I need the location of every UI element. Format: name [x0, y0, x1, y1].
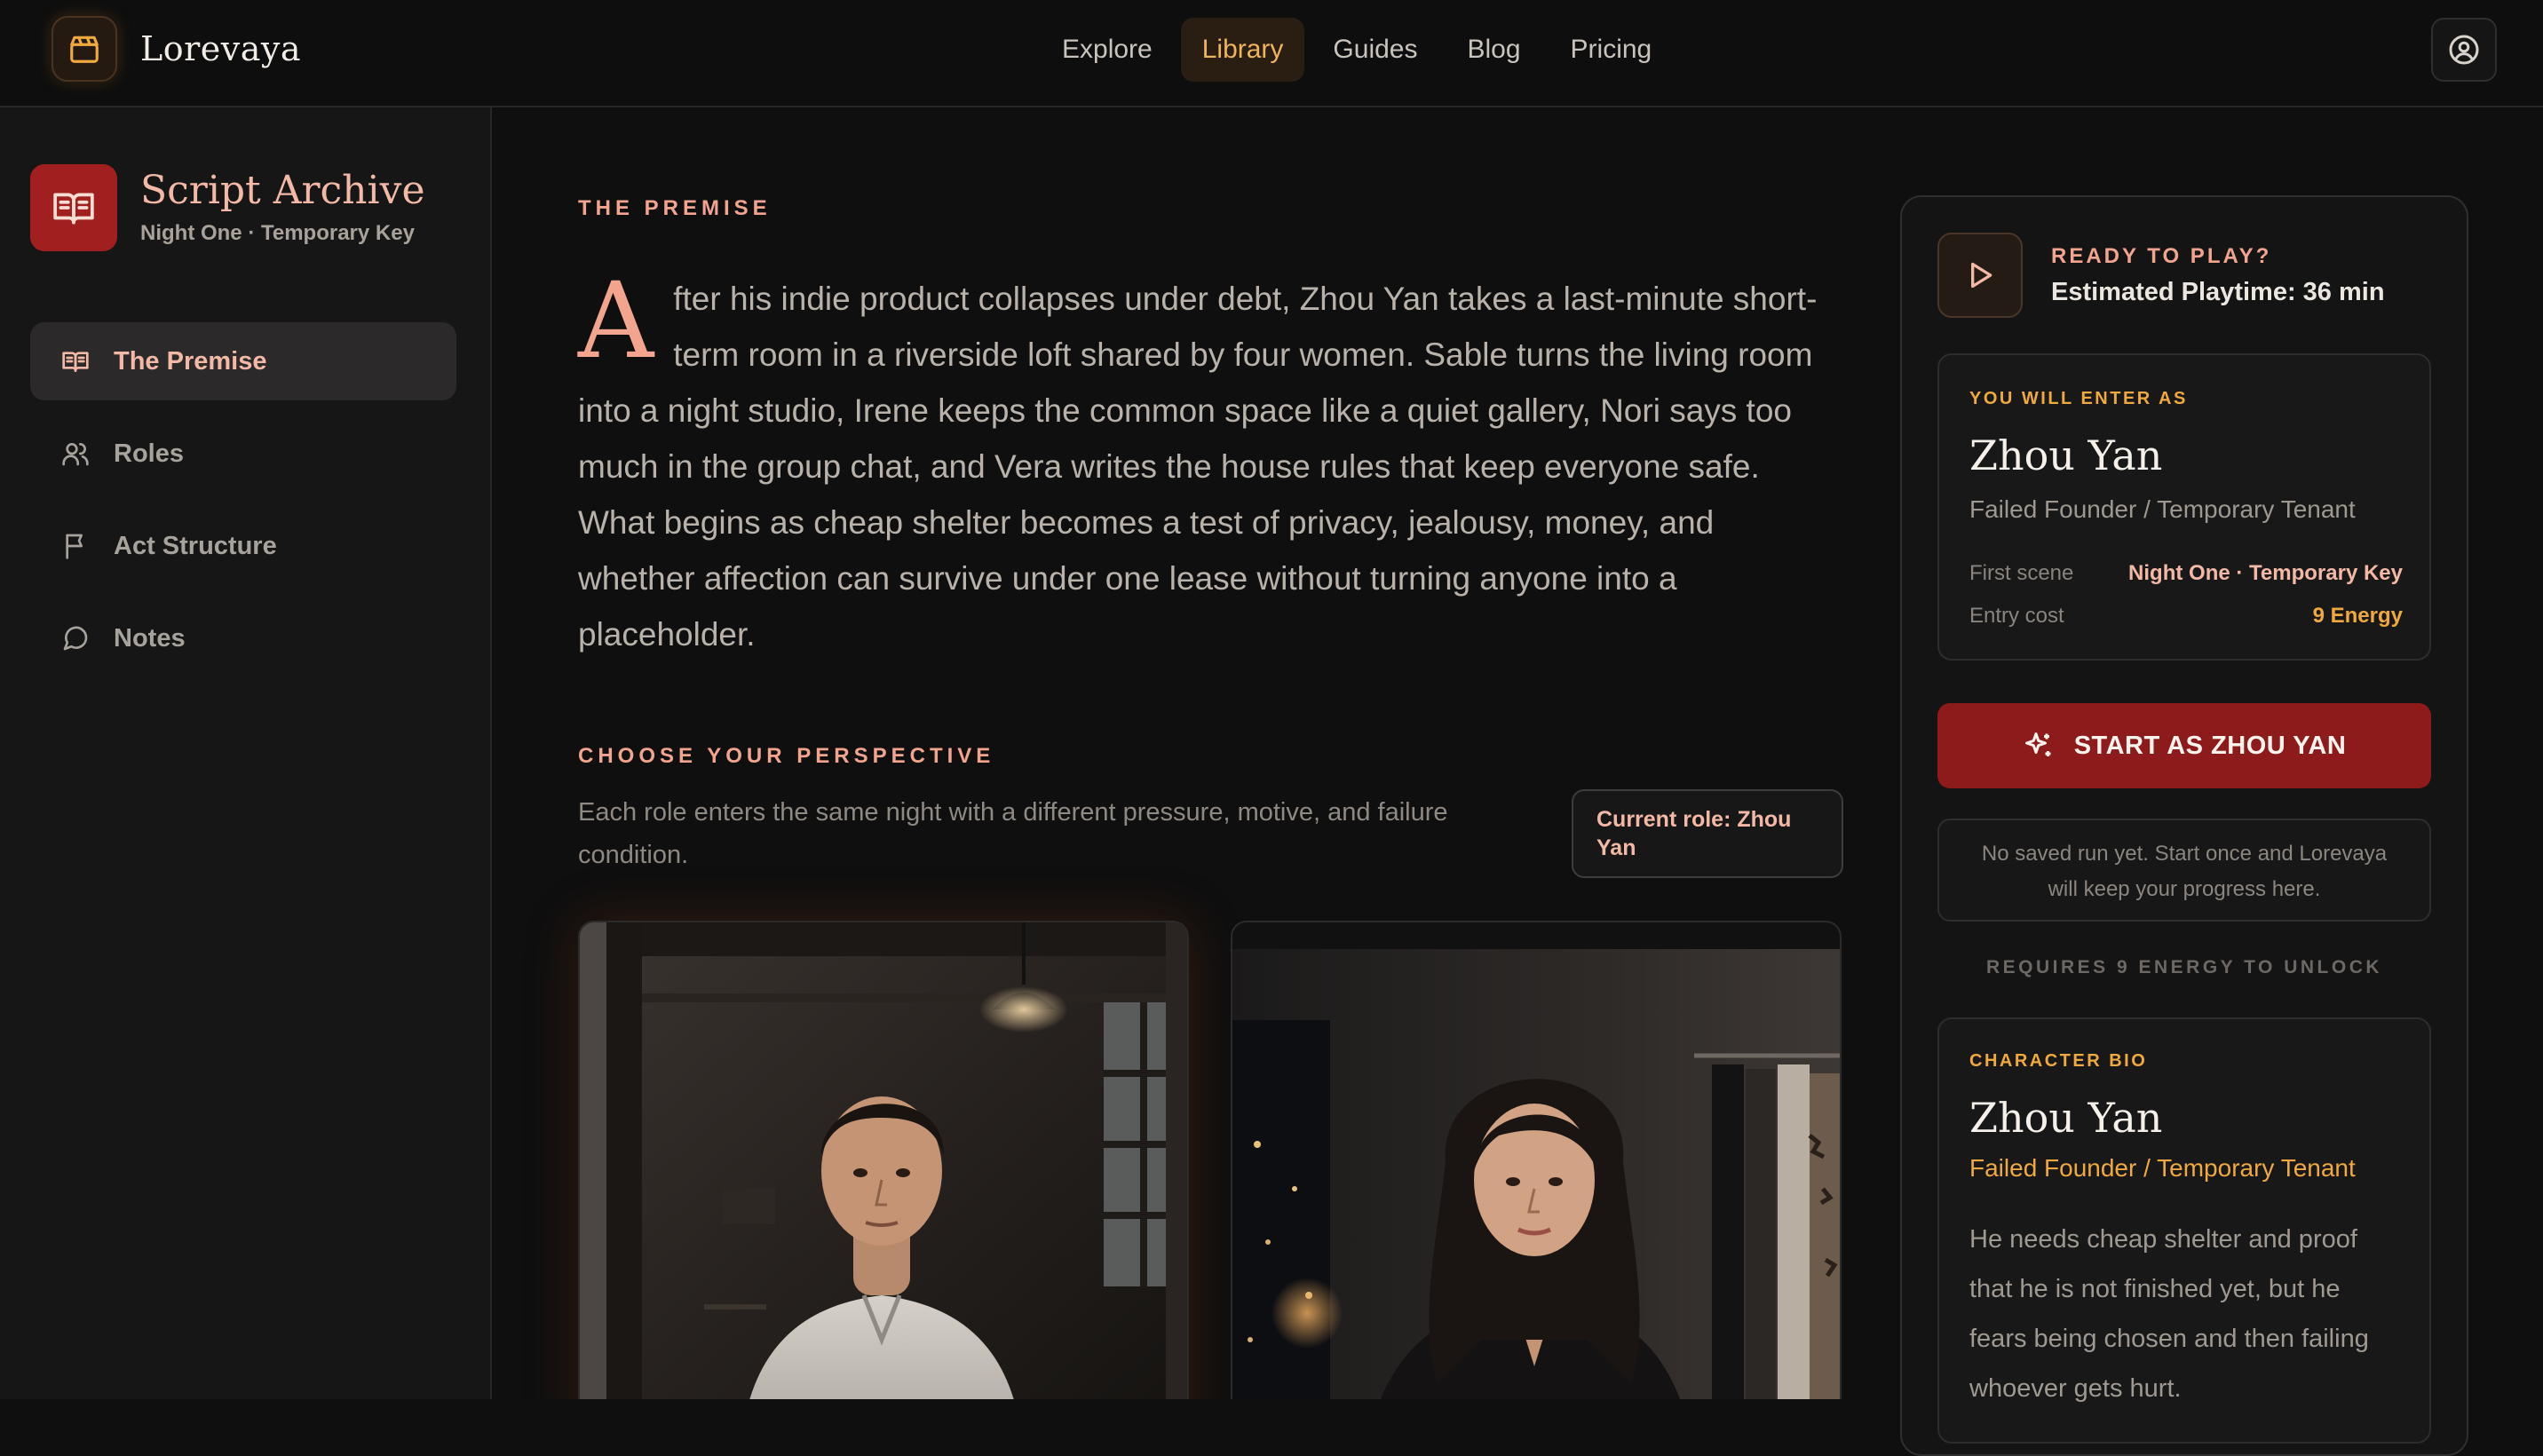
ready-to-play: READY TO PLAY? Estimated Playtime: 36 mi… — [1937, 233, 2385, 318]
book-open-icon — [60, 346, 91, 376]
sidebar: Script Archive Night One · Temporary Key… — [0, 107, 492, 1399]
current-role-badge: Current role: Zhou Yan — [1572, 789, 1843, 878]
main-nav: Explore Library Guides Blog Pricing — [1041, 18, 1673, 82]
premise-text: A fter his indie product collapses under… — [578, 259, 1839, 662]
account-button[interactable] — [2431, 18, 2497, 82]
nav-explore[interactable]: Explore — [1041, 18, 1174, 82]
sidebar-item-notes[interactable]: Notes — [30, 599, 456, 677]
character-role: Failed Founder / Temporary Tenant — [1969, 495, 2356, 523]
first-scene-key: First scene — [1969, 561, 2074, 585]
play-panel: READY TO PLAY? Estimated Playtime: 36 mi… — [1900, 195, 2468, 1456]
character-bio-card: CHARACTER BIO Zhou Yan Failed Founder / … — [1937, 1017, 2431, 1444]
users-icon — [60, 439, 91, 469]
sidebar-item-roles[interactable]: Roles — [30, 415, 456, 493]
top-bar: Lorevaya Explore Library Guides Blog Pri… — [0, 0, 2543, 107]
start-button-label: START AS ZHOU YAN — [2073, 731, 2347, 760]
role-portrait-image — [580, 922, 1187, 1399]
bio-character-name: Zhou Yan — [1969, 1094, 2163, 1142]
nav-pricing[interactable]: Pricing — [1549, 18, 1674, 82]
perspective-description: Each role enters the same night with a d… — [578, 798, 1448, 869]
archive-subtitle: Night One · Temporary Key — [140, 221, 415, 246]
entry-cost-key: Entry cost — [1969, 604, 2064, 628]
book-open-icon — [30, 164, 117, 251]
archive-header: Script Archive Night One · Temporary Key — [30, 164, 424, 251]
bio-character-role: Failed Founder / Temporary Tenant — [1969, 1154, 2356, 1182]
role-card-second[interactable] — [1231, 921, 1842, 1399]
sidebar-nav: The Premise Roles Act Structure Notes — [30, 322, 456, 692]
play-button[interactable] — [1937, 233, 2023, 318]
estimated-playtime: Estimated Playtime: 36 min — [2051, 277, 2385, 306]
play-icon — [1971, 262, 1992, 289]
premise-label: THE PREMISE — [578, 196, 772, 220]
enter-as-label: YOU WILL ENTER AS — [1969, 389, 2188, 408]
bio-text: He needs cheap shelter and proof that he… — [1969, 1225, 2369, 1403]
clapperboard-icon — [51, 16, 117, 82]
entry-cost-value: 9 Energy — [2312, 604, 2403, 628]
character-name: Zhou Yan — [1969, 431, 2163, 479]
energy-requirement: REQUIRES 9 ENERGY TO UNLOCK — [1985, 957, 2383, 977]
first-scene-row: First scene Night One · Temporary Key — [1969, 561, 2403, 586]
premise-body: fter his indie product collapses under d… — [578, 281, 1818, 653]
first-scene-value: Night One · Temporary Key — [2128, 561, 2403, 585]
role-portrait-image — [1232, 922, 1840, 1399]
main-content: THE PREMISE A fter his indie product col… — [494, 107, 1897, 1399]
drop-cap: A — [578, 259, 654, 382]
nav-blog[interactable]: Blog — [1446, 18, 1541, 82]
nav-guides[interactable]: Guides — [1311, 18, 1438, 82]
sidebar-item-label: Act Structure — [114, 531, 277, 560]
ready-label: READY TO PLAY? — [2051, 243, 2272, 268]
sidebar-item-act-structure[interactable]: Act Structure — [30, 507, 456, 585]
brand[interactable]: Lorevaya — [51, 16, 301, 82]
saved-run-notice: No saved run yet. Start once and Lorevay… — [1937, 819, 2431, 922]
archive-title: Script Archive — [140, 167, 425, 213]
brand-name: Lorevaya — [140, 29, 302, 68]
chat-bubble-icon — [60, 623, 91, 653]
flag-icon — [60, 531, 91, 561]
sidebar-item-label: Notes — [114, 623, 186, 653]
role-card-zhou-yan[interactable] — [578, 921, 1189, 1399]
sidebar-item-label: The Premise — [114, 346, 267, 376]
enter-as-card: YOU WILL ENTER AS Zhou Yan Failed Founde… — [1937, 353, 2431, 661]
sparkle-icon — [2023, 730, 2055, 762]
user-circle-icon — [2449, 35, 2479, 65]
entry-cost-row: Entry cost 9 Energy — [1969, 604, 2403, 629]
start-button[interactable]: START AS ZHOU YAN — [1937, 703, 2431, 788]
perspective-label: CHOOSE YOUR PERSPECTIVE — [578, 744, 995, 768]
sidebar-item-the-premise[interactable]: The Premise — [30, 322, 456, 400]
bio-label: CHARACTER BIO — [1969, 1051, 2148, 1071]
nav-library[interactable]: Library — [1180, 18, 1305, 82]
sidebar-item-label: Roles — [114, 439, 184, 468]
